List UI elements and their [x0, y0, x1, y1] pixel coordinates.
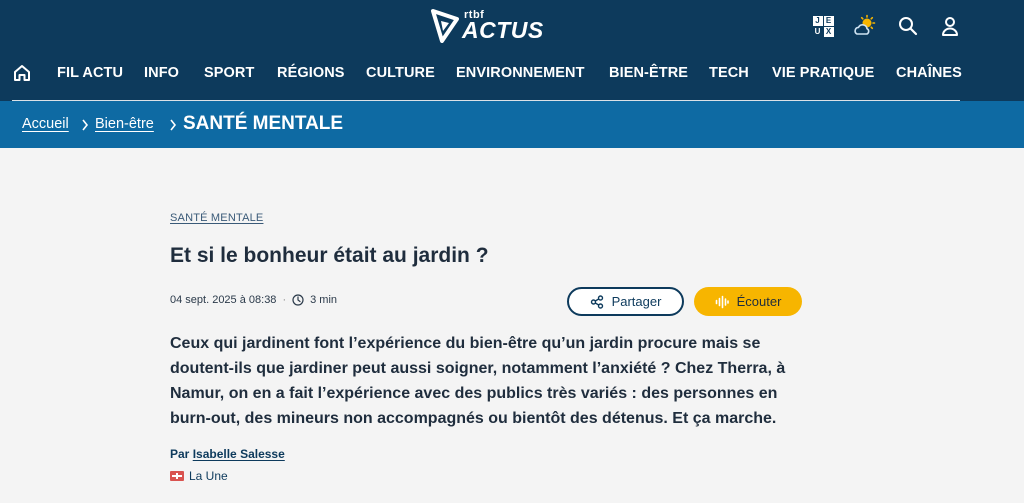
la-une-channel-icon [170, 471, 184, 481]
nav-item-fil-actu[interactable]: FIL ACTU [57, 65, 123, 81]
main-nav: FIL ACTU INFO SPORT RÉGIONS CULTURE ENVI… [0, 56, 1024, 90]
article-meta: 04 sept. 2025 à 08:38 · 3 min [170, 294, 337, 306]
lead-line: Ceux qui jardinent font l’expérience du … [170, 335, 761, 352]
author-name-link[interactable]: Isabelle Salesse [193, 447, 285, 461]
chevron-right-icon [82, 119, 89, 131]
search-icon[interactable] [896, 14, 920, 38]
meta-separator: · [282, 294, 287, 306]
home-icon[interactable] [12, 63, 32, 83]
jeux-letter-e: E [823, 15, 834, 26]
share-button[interactable]: Partager [567, 287, 684, 316]
breadcrumb-bien-etre[interactable]: Bien-être [95, 116, 154, 132]
jeux-letter-x: X [823, 26, 834, 37]
article-source[interactable]: La Une [170, 469, 228, 483]
breadcrumb: Accueil Bien-être SANTÉ MENTALE [0, 101, 1024, 148]
breadcrumb-accueil[interactable]: Accueil [22, 116, 69, 132]
jeux-letter-u: U [814, 26, 821, 36]
nav-item-vie-pratique[interactable]: VIE PRATIQUE [772, 65, 874, 81]
breadcrumb-current: SANTÉ MENTALE [183, 113, 344, 134]
share-icon [590, 294, 603, 309]
nav-item-sport[interactable]: SPORT [204, 65, 254, 81]
article-title: Et si le bonheur était au jardin ? [170, 244, 489, 267]
lead-line: doutent-ils que jardiner peut aussi soig… [170, 360, 786, 377]
site-header: rtbf ACTUS J E U X FIL ACTU INFO SPORT R… [0, 0, 1024, 101]
share-label: Partager [611, 294, 662, 309]
listen-button[interactable]: Écouter [694, 287, 802, 316]
clock-icon [292, 294, 304, 306]
article-author: Par Isabelle Salesse [170, 447, 285, 461]
nav-item-bien-etre[interactable]: BIEN-ÊTRE [609, 65, 688, 81]
lead-line: Namur, on en a fait l’expérience avec de… [170, 385, 778, 402]
source-label: La Une [189, 469, 228, 483]
nav-item-info[interactable]: INFO [144, 65, 179, 81]
nav-item-regions[interactable]: RÉGIONS [277, 65, 345, 81]
rtbf-actus-logo[interactable]: rtbf ACTUS [430, 9, 544, 43]
nav-item-chaines[interactable]: CHAÎNES [896, 65, 962, 81]
logo-actus-text: ACTUS [462, 17, 544, 43]
chevron-right-icon [170, 119, 177, 131]
author-prefix: Par [170, 447, 190, 461]
nav-item-environnement[interactable]: ENVIRONNEMENT [456, 65, 585, 81]
listen-label: Écouter [736, 294, 782, 309]
nav-item-tech[interactable]: TECH [709, 65, 749, 81]
jeux-icon[interactable]: J E U X [811, 14, 835, 38]
user-icon[interactable] [938, 14, 962, 38]
weather-sun-cloud-icon[interactable] [853, 14, 877, 38]
article-date: 04 sept. 2025 à 08:38 [170, 294, 277, 306]
logo-mark-icon [431, 9, 459, 43]
nav-item-culture[interactable]: CULTURE [366, 65, 435, 81]
reading-time: 3 min [310, 294, 338, 306]
audio-wave-icon [715, 295, 729, 308]
jeux-letter-j: J [812, 15, 823, 26]
lead-line: burn-out, des mineurs non accompagnés ou… [170, 410, 777, 427]
article-category-link[interactable]: SANTÉ MENTALE [170, 212, 263, 224]
article-lead: Ceux qui jardinent font l’expérience du … [170, 331, 820, 431]
